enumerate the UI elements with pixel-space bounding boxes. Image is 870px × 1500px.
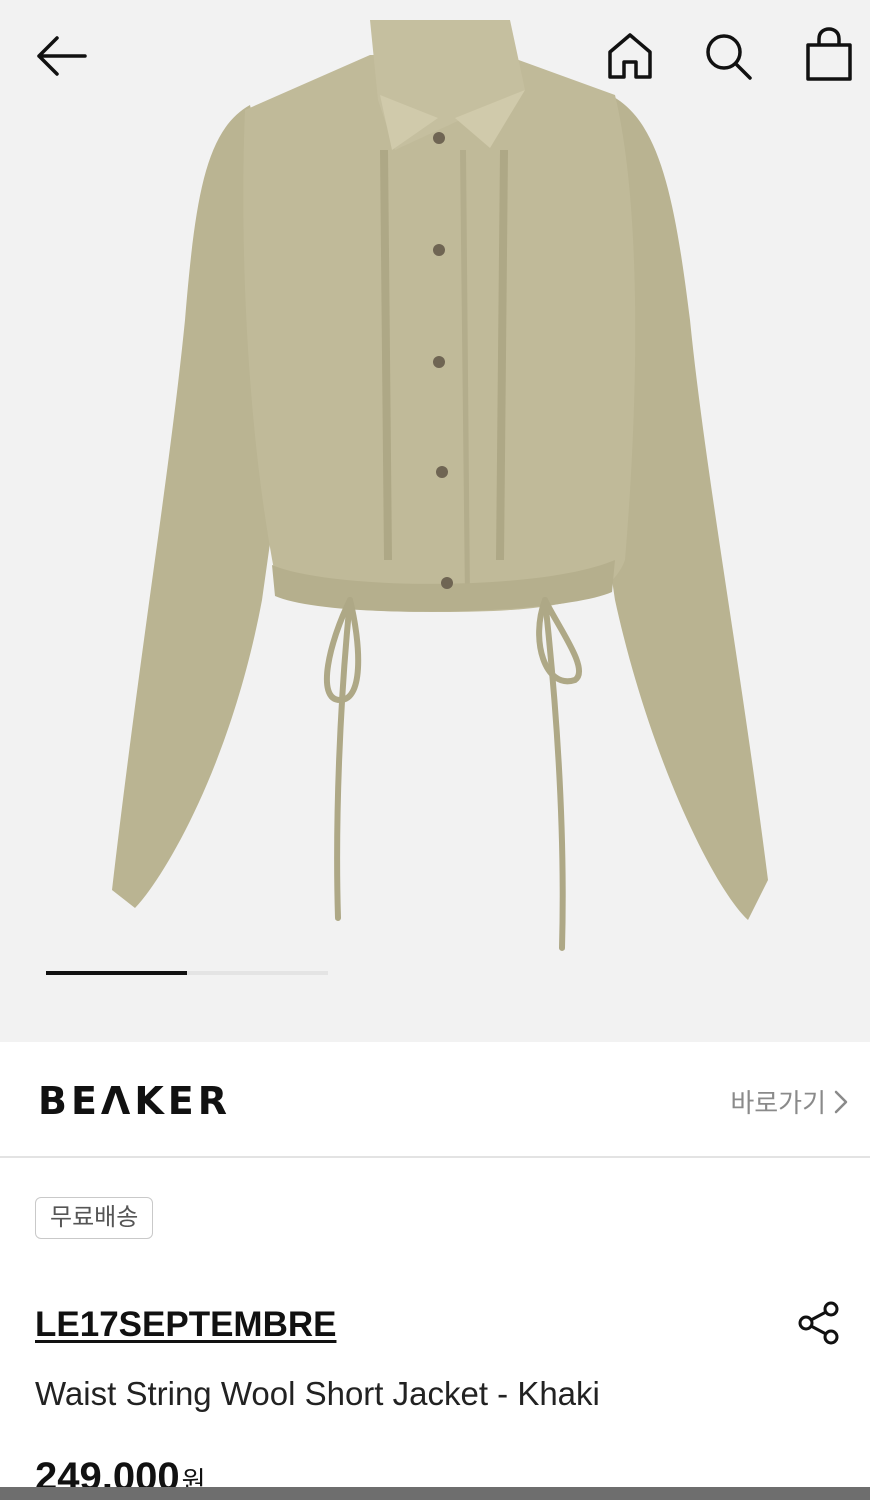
brand-row: BEΛKER 바로가기 [0, 1042, 870, 1158]
product-image [112, 20, 768, 951]
search-icon [706, 34, 752, 80]
designer-link[interactable]: LE17SEPTEMBRE [35, 1305, 336, 1345]
free-shipping-badge: 무료배송 [35, 1197, 154, 1239]
arrow-left-icon [37, 36, 87, 76]
brand-logo: BEΛKER [38, 1079, 231, 1123]
home-button[interactable] [598, 24, 662, 88]
shopping-bag-button[interactable] [797, 20, 861, 88]
product-image-gallery[interactable] [0, 0, 870, 1042]
brand-shortcut-link[interactable]: 바로가기 [730, 1083, 848, 1120]
slide-indicator-progress [46, 971, 187, 975]
product-name: Waist String Wool Short Jacket - Khaki [35, 1375, 600, 1412]
shortcut-label: 바로가기 [730, 1088, 826, 1118]
share-button[interactable] [792, 1298, 846, 1348]
shopping-bag-icon [806, 27, 852, 81]
slide-indicator [46, 971, 328, 975]
back-button[interactable] [28, 28, 94, 84]
share-icon [798, 1301, 839, 1345]
bottom-bar [0, 1487, 870, 1500]
chevron-right-icon [834, 1090, 848, 1113]
home-icon [608, 33, 652, 79]
search-button[interactable] [696, 24, 760, 88]
